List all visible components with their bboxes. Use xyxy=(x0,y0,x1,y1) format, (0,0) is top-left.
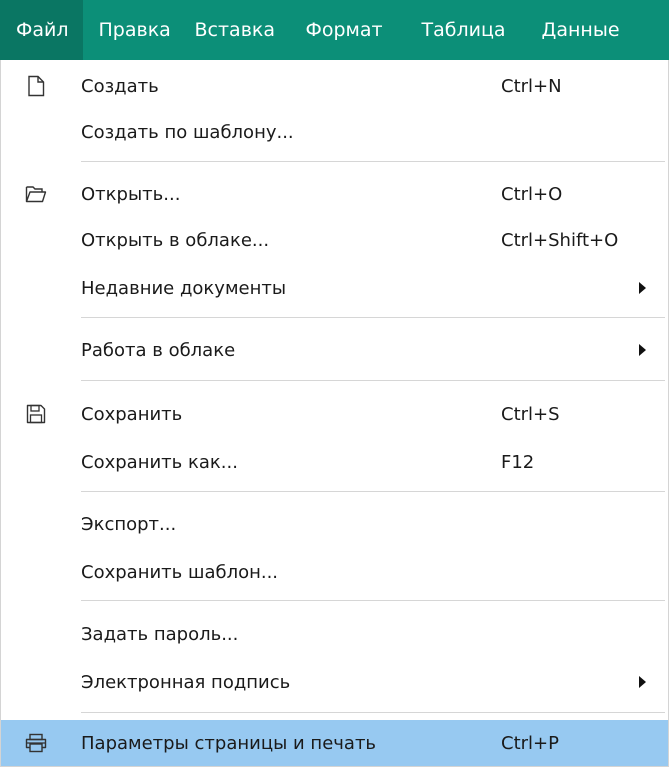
submenu-arrow-icon xyxy=(639,676,646,688)
menu-format[interactable]: Формат xyxy=(306,0,422,60)
new-document-icon xyxy=(25,74,47,98)
menu-separator xyxy=(81,380,665,381)
menu-item-digital-signature[interactable]: Электронная подпись xyxy=(1,658,668,706)
submenu-arrow-icon xyxy=(639,282,646,294)
open-folder-icon xyxy=(25,182,47,206)
menu-table[interactable]: Таблица xyxy=(422,0,542,60)
menu-separator xyxy=(81,161,665,162)
menu-item-shortcut: F12 xyxy=(501,451,535,473)
menu-item-save[interactable]: Сохранить Ctrl+S xyxy=(1,390,668,438)
menu-item-label: Открыть... xyxy=(81,183,181,205)
menu-item-new-from-template[interactable]: Создать по шаблону... xyxy=(1,108,668,156)
menu-item-label: Создать по шаблону... xyxy=(81,121,294,143)
menu-item-label: Сохранить шаблон... xyxy=(81,561,279,583)
menu-item-label: Электронная подпись xyxy=(81,671,291,693)
menu-insert[interactable]: Вставка xyxy=(195,0,306,60)
menu-item-label: Параметры страницы и печать xyxy=(81,732,377,754)
file-menu-dropdown: Создать Ctrl+N Создать по шаблону... Отк… xyxy=(0,60,669,767)
menu-item-label: Задать пароль... xyxy=(81,623,239,645)
menu-item-export[interactable]: Экспорт... xyxy=(1,500,668,548)
menu-edit[interactable]: Правка xyxy=(83,0,195,60)
menu-item-recent-documents[interactable]: Недавние документы xyxy=(1,264,668,312)
menu-item-cloud-work[interactable]: Работа в облаке xyxy=(1,326,668,374)
menu-item-open-cloud[interactable]: Открыть в облаке... Ctrl+Shift+O xyxy=(1,216,668,264)
menu-item-shortcut: Ctrl+O xyxy=(501,183,563,205)
menu-bar: Файл Правка Вставка Формат Таблица Данны… xyxy=(0,0,669,60)
menu-item-label: Создать xyxy=(81,75,159,97)
menu-item-label: Сохранить как... xyxy=(81,451,238,473)
menu-item-label: Недавние документы xyxy=(81,277,287,299)
menu-item-label: Сохранить xyxy=(81,403,183,425)
menu-item-shortcut: Ctrl+P xyxy=(501,732,559,754)
menu-item-label: Открыть в облаке... xyxy=(81,229,270,251)
menu-separator xyxy=(81,600,665,601)
menu-item-open[interactable]: Открыть... Ctrl+O xyxy=(1,170,668,218)
menu-item-shortcut: Ctrl+Shift+O xyxy=(501,229,619,251)
menu-item-save-as[interactable]: Сохранить как... F12 xyxy=(1,438,668,486)
menu-item-label: Экспорт... xyxy=(81,513,177,535)
menu-item-shortcut: Ctrl+N xyxy=(501,75,562,97)
menu-item-shortcut: Ctrl+S xyxy=(501,403,560,425)
printer-icon xyxy=(25,731,47,755)
menu-file[interactable]: Файл xyxy=(0,0,83,60)
submenu-arrow-icon xyxy=(639,344,646,356)
menu-item-label: Работа в облаке xyxy=(81,339,236,361)
menu-separator xyxy=(81,317,665,318)
menu-item-set-password[interactable]: Задать пароль... xyxy=(1,610,668,658)
menu-item-save-template[interactable]: Сохранить шаблон... xyxy=(1,548,668,596)
menu-item-new[interactable]: Создать Ctrl+N xyxy=(1,62,668,110)
save-floppy-icon xyxy=(25,402,47,426)
menu-separator xyxy=(81,712,665,713)
menu-separator xyxy=(81,491,665,492)
menu-data[interactable]: Данные xyxy=(542,0,620,60)
menu-item-page-setup-print[interactable]: Параметры страницы и печать Ctrl+P xyxy=(1,720,668,766)
